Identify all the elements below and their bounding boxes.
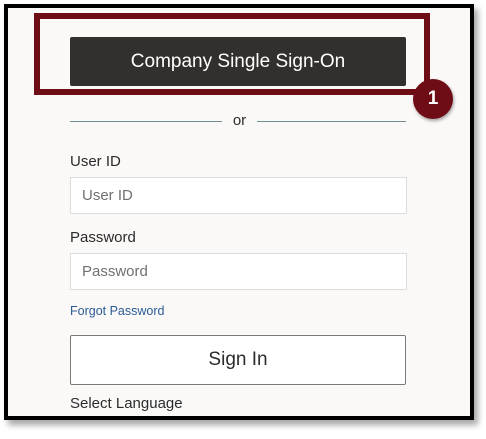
company-sso-button[interactable]: Company Single Sign-On bbox=[70, 37, 406, 86]
password-input[interactable] bbox=[70, 253, 407, 290]
login-panel: Company Single Sign-On or User ID Passwo… bbox=[4, 4, 474, 420]
forgot-password-link[interactable]: Forgot Password bbox=[70, 304, 164, 318]
user-id-input[interactable] bbox=[70, 177, 407, 214]
sign-in-button[interactable]: Sign In bbox=[70, 335, 406, 385]
user-id-label: User ID bbox=[70, 153, 121, 170]
step-callout-badge: 1 bbox=[413, 79, 453, 119]
password-label: Password bbox=[70, 229, 136, 246]
divider-line-left bbox=[70, 121, 222, 122]
screenshot-frame: Company Single Sign-On or User ID Passwo… bbox=[0, 0, 486, 439]
divider-or-text: or bbox=[232, 112, 247, 129]
select-language-label[interactable]: Select Language bbox=[70, 395, 183, 412]
divider-line-right bbox=[257, 121, 406, 122]
